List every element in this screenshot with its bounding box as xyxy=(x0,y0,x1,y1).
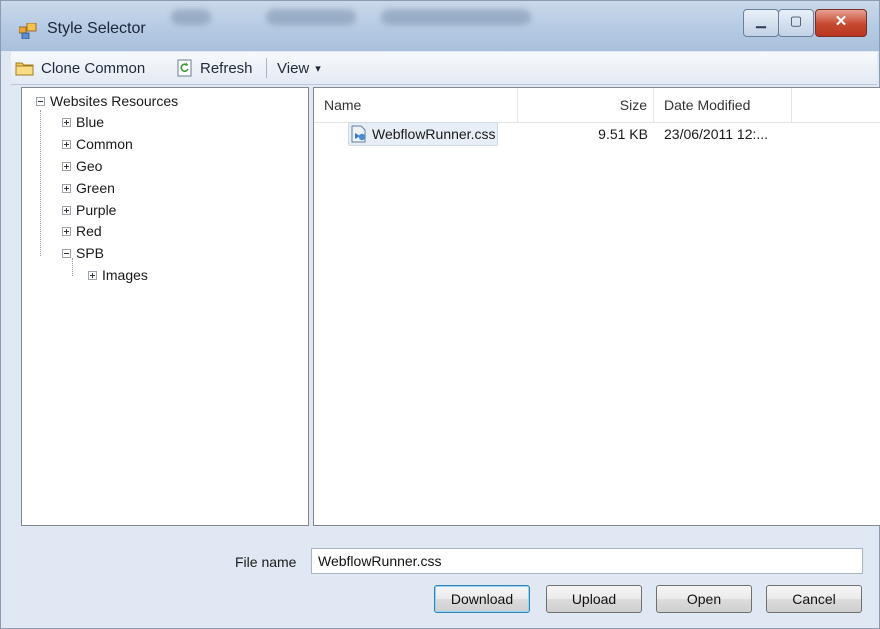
open-label: Open xyxy=(686,591,722,607)
maximize-icon: ▢ xyxy=(789,13,803,28)
download-button[interactable]: Download xyxy=(434,585,530,613)
column-header-name[interactable]: Name xyxy=(314,88,518,122)
tree-item-label: Common xyxy=(76,136,133,152)
list-header: Name Size Date Modified xyxy=(314,88,880,123)
tree-item-label: Purple xyxy=(76,202,117,218)
tree-item-geo[interactable]: Geo xyxy=(62,156,102,176)
refresh-button[interactable]: Refresh xyxy=(177,58,253,78)
resource-tree[interactable]: Websites Resources Blue Common Geo Green… xyxy=(21,87,309,526)
clone-common-button[interactable]: Clone Common xyxy=(15,58,145,78)
upload-button[interactable]: Upload xyxy=(546,585,642,613)
column-header-label: Size xyxy=(619,97,647,113)
tree-item-spb[interactable]: SPB xyxy=(62,243,104,263)
file-name-value: WebflowRunner.css xyxy=(318,553,442,569)
column-header-date-modified[interactable]: Date Modified xyxy=(654,88,792,122)
file-name: WebflowRunner.css xyxy=(372,126,496,142)
tree-item-green[interactable]: Green xyxy=(62,178,115,198)
tree-item-label: Blue xyxy=(76,114,105,130)
close-icon: ✕ xyxy=(834,13,848,30)
expand-icon[interactable] xyxy=(62,205,71,215)
minimize-button[interactable]: ▁ xyxy=(743,9,779,37)
table-row[interactable]: WebflowRunner.css 9.51 KB 23/06/2011 12:… xyxy=(314,122,880,146)
column-header-label: Name xyxy=(324,97,362,113)
refresh-icon xyxy=(177,59,192,77)
expand-icon[interactable] xyxy=(62,161,71,171)
refresh-label: Refresh xyxy=(200,59,253,77)
cancel-label: Cancel xyxy=(792,591,836,607)
minimize-icon: ▁ xyxy=(756,13,766,28)
expand-icon[interactable] xyxy=(88,270,97,280)
download-label: Download xyxy=(450,591,514,607)
toolbar: Clone Common Refresh View ▾ xyxy=(11,52,877,85)
file-size: 9.51 KB xyxy=(598,126,648,142)
tree-item-label: Red xyxy=(76,223,102,239)
tree-item-red[interactable]: Red xyxy=(62,221,102,241)
tree-item-label: Geo xyxy=(76,158,103,174)
column-header-label: Date Modified xyxy=(664,97,751,113)
title-bar[interactable]: Style Selector ▁ ▢ ✕ xyxy=(1,1,879,51)
toolbar-separator xyxy=(266,58,267,78)
file-date: 23/06/2011 12:... xyxy=(664,126,769,142)
tree-item-label: Green xyxy=(76,180,115,196)
expand-icon[interactable] xyxy=(62,183,71,193)
folder-icon xyxy=(15,62,34,76)
tree-line xyxy=(40,110,41,256)
expand-icon[interactable] xyxy=(62,117,71,127)
column-header-size[interactable]: Size xyxy=(518,88,654,122)
file-name-label: File name xyxy=(235,554,297,570)
tree-root[interactable]: Websites Resources xyxy=(36,91,178,111)
file-list[interactable]: Name Size Date Modified WebflowRunner.cs… xyxy=(313,87,880,526)
view-label: View xyxy=(277,59,310,77)
maximize-button[interactable]: ▢ xyxy=(778,9,814,37)
app-icon xyxy=(19,23,37,39)
expand-icon[interactable] xyxy=(62,226,71,236)
tree-item-label: SPB xyxy=(76,245,105,261)
file-date-cell: 23/06/2011 12:... xyxy=(664,122,768,146)
expand-icon[interactable] xyxy=(62,139,71,149)
collapse-icon[interactable] xyxy=(36,96,45,106)
tree-item-label: Images xyxy=(102,267,148,283)
blurred-background xyxy=(266,9,356,25)
blurred-background xyxy=(171,9,211,25)
view-dropdown[interactable]: View ▾ xyxy=(277,58,321,78)
collapse-icon[interactable] xyxy=(62,248,71,258)
window-title: Style Selector xyxy=(47,20,146,37)
tree-item-purple[interactable]: Purple xyxy=(62,200,116,220)
tree-item-blue[interactable]: Blue xyxy=(62,112,104,132)
file-name-cell[interactable]: WebflowRunner.css xyxy=(350,122,495,146)
close-button[interactable]: ✕ xyxy=(815,9,867,37)
tree-root-label: Websites Resources xyxy=(50,93,179,109)
open-button[interactable]: Open xyxy=(656,585,752,613)
tree-item-images[interactable]: Images xyxy=(88,265,148,285)
tree-item-common[interactable]: Common xyxy=(62,134,133,154)
style-selector-window: Style Selector ▁ ▢ ✕ Clone Common Refres… xyxy=(0,0,880,629)
upload-label: Upload xyxy=(571,591,617,607)
file-name-input[interactable]: WebflowRunner.css xyxy=(311,548,863,574)
file-size-cell: 9.51 KB xyxy=(574,122,648,146)
clone-common-label: Clone Common xyxy=(41,59,146,77)
blurred-background xyxy=(381,9,531,25)
css-file-icon xyxy=(351,125,366,143)
chevron-down-icon: ▾ xyxy=(315,62,321,75)
cancel-button[interactable]: Cancel xyxy=(766,585,862,613)
